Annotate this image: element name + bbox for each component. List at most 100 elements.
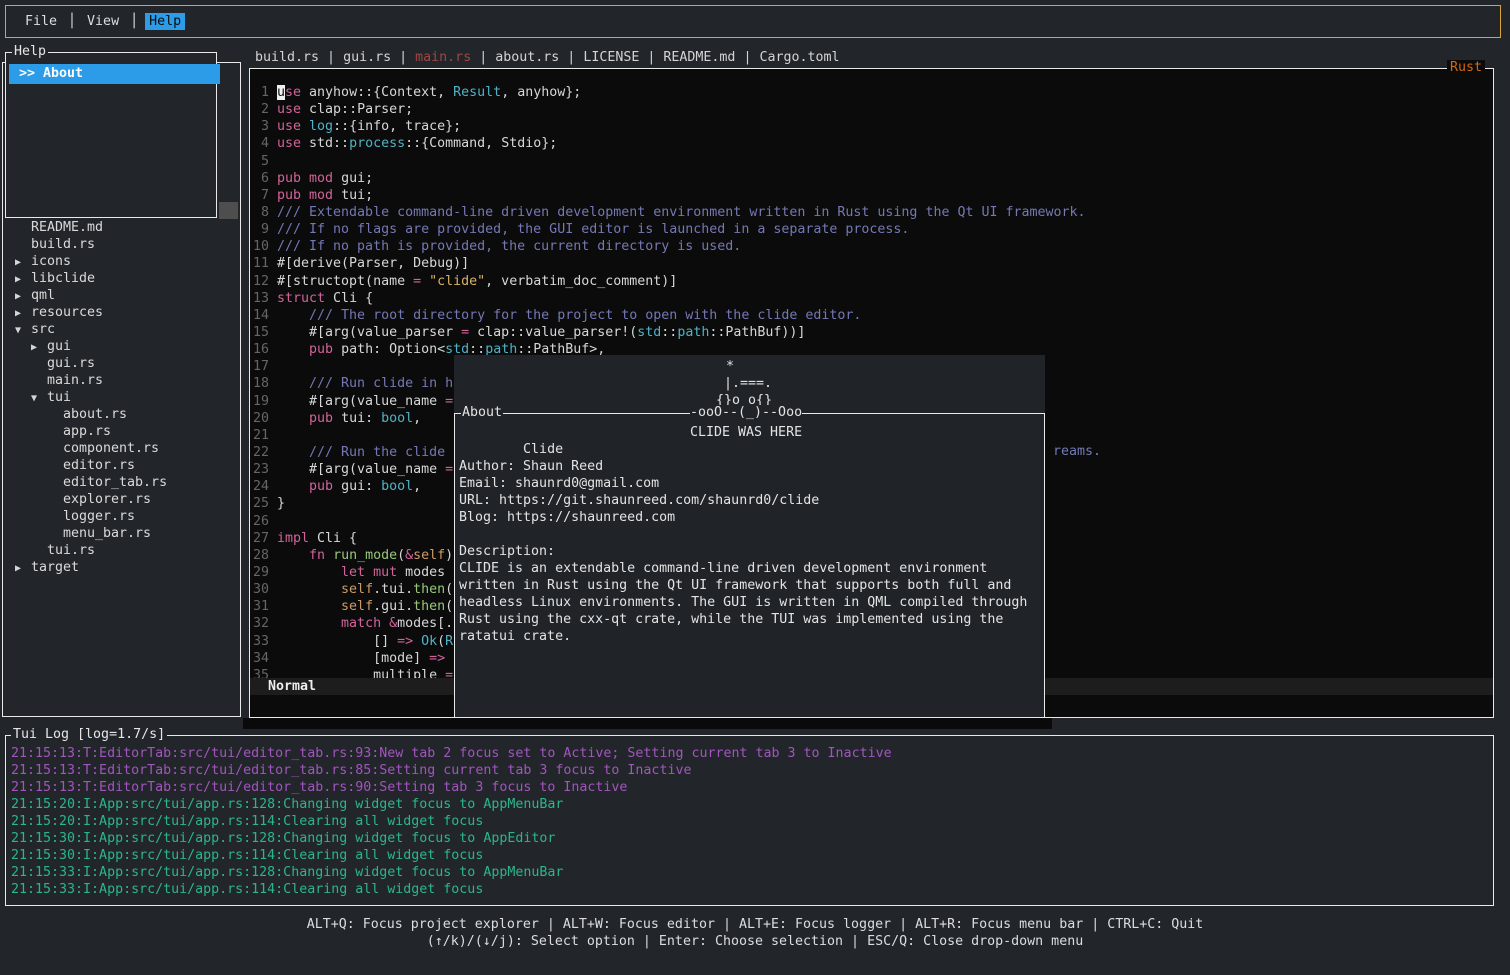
line-number: 31 — [253, 598, 269, 615]
code-line[interactable]: 14 /// The root directory for the projec… — [253, 307, 1492, 324]
tree-row-component-rs[interactable]: component.rs — [3, 440, 240, 457]
tab-LICENSE[interactable]: LICENSE — [583, 50, 639, 65]
code-text: /// Extendable command-line driven devel… — [277, 205, 1086, 220]
code-text: match &modes[. — [277, 616, 453, 631]
code-text: use clap::Parser; — [277, 102, 413, 117]
code-line[interactable]: 4use std::process::{Command, Stdio}; — [253, 135, 1492, 152]
chevron-right-icon: ▶ — [15, 560, 21, 577]
about-description-line: ratatui crate. — [459, 628, 1042, 645]
tree-row-menu-bar-rs[interactable]: menu_bar.rs — [3, 525, 240, 542]
line-number: 23 — [253, 461, 269, 478]
code-line[interactable]: 13struct Cli { — [253, 290, 1492, 307]
line-number: 16 — [253, 341, 269, 358]
tree-row-gui[interactable]: ▶gui — [3, 338, 240, 355]
chevron-right-icon: ▶ — [15, 271, 21, 288]
about-description-line: CLIDE is an extendable command-line driv… — [459, 560, 1042, 577]
log-panel[interactable]: Tui Log [log=1.7/s] 21:15:13:T:EditorTab… — [5, 735, 1494, 906]
chevron-down-icon: ▼ — [31, 390, 37, 407]
tab-gui-rs[interactable]: gui.rs — [343, 50, 391, 65]
tree-row-icons[interactable]: ▶icons — [3, 253, 240, 270]
tree-row-libclide[interactable]: ▶libclide — [3, 270, 240, 287]
tab-Cargo-toml[interactable]: Cargo.toml — [759, 50, 839, 65]
line-number: 12 — [253, 273, 269, 290]
code-line[interactable]: 8/// Extendable command-line driven deve… — [253, 204, 1492, 221]
log-entry: 21:15:33:I:App:src/tui/app.rs:128:Changi… — [11, 864, 1489, 881]
file-tree: README.mdbuild.rs▶icons▶libclide▶qml▶res… — [3, 219, 240, 576]
line-number: 10 — [253, 238, 269, 255]
code-text: fn run_mode(&self) — [277, 548, 453, 563]
line-number: 2 — [253, 101, 269, 118]
tab-main-rs[interactable]: main.rs — [415, 50, 471, 65]
code-line[interactable]: 2 use clap::Parser; — [253, 101, 1492, 118]
code-line[interactable]: 5 — [253, 153, 1492, 170]
tab-separator: | — [391, 50, 415, 65]
tree-row-tui-rs[interactable]: tui.rs — [3, 542, 240, 559]
code-line[interactable]: 1 use anyhow::{Context, Result, anyhow}; — [253, 84, 1492, 101]
code-text: pub gui: bool, — [277, 479, 421, 494]
tree-row-editor-rs[interactable]: editor.rs — [3, 457, 240, 474]
code-text: /// If no flags are provided, the GUI ed… — [277, 222, 909, 237]
tree-row-editor-tab-rs[interactable]: editor_tab.rs — [3, 474, 240, 491]
log-entry: 21:15:13:T:EditorTab:src/tui/editor_tab.… — [11, 762, 1489, 779]
code-text: #[arg(value_name = — [277, 462, 453, 477]
log-entry: 21:15:20:I:App:src/tui/app.rs:114:Cleari… — [11, 813, 1489, 830]
menu-separator: │ — [68, 14, 76, 29]
code-line[interactable]: 12#[structopt(name = "clide", verbatim_d… — [253, 273, 1492, 290]
tree-row-tui[interactable]: ▼tui — [3, 389, 240, 406]
line-number: 19 — [253, 393, 269, 410]
tree-row-src[interactable]: ▼src — [3, 321, 240, 338]
line-number: 7 — [253, 187, 269, 204]
tab-build-rs[interactable]: build.rs — [255, 50, 319, 65]
tree-row-logger-rs[interactable]: logger.rs — [3, 508, 240, 525]
tree-item-label: editor_tab.rs — [3, 474, 167, 491]
ascii-art-line: * — [726, 358, 734, 375]
line-number: 9 — [253, 221, 269, 238]
line-number: 29 — [253, 564, 269, 581]
tree-row-target[interactable]: ▶target — [3, 559, 240, 576]
code-text: use anyhow::{Context, Result, anyhow}; — [277, 85, 581, 100]
code-text: [] => Ok(R — [277, 634, 453, 649]
menu-item-help[interactable]: Help — [145, 13, 185, 30]
tree-row-about-rs[interactable]: about.rs — [3, 406, 240, 423]
tree-item-label: qml — [3, 287, 55, 304]
tree-row-app-rs[interactable]: app.rs — [3, 423, 240, 440]
help-menu-item-about[interactable]: >> About — [9, 64, 220, 84]
code-line[interactable]: 6pub mod gui; — [253, 170, 1492, 187]
tree-row-resources[interactable]: ▶resources — [3, 304, 240, 321]
code-line[interactable]: 9 /// If no flags are provided, the GUI e… — [253, 221, 1492, 238]
about-field: Blog: https://shaunreed.com — [459, 509, 1042, 526]
line-number: 1 — [253, 84, 269, 101]
about-description-label: Description: — [459, 543, 1042, 560]
line-number: 27 — [253, 530, 269, 547]
chevron-right-icon: ▶ — [31, 339, 37, 356]
tree-row-explorer-rs[interactable]: explorer.rs — [3, 491, 240, 508]
code-line[interactable]: 7pub mod tui; — [253, 187, 1492, 204]
menu-item-view[interactable]: View — [83, 13, 123, 30]
about-field: URL: https://git.shaunreed.com/shaunrd0/… — [459, 492, 1042, 509]
tab-README-md[interactable]: README.md — [663, 50, 735, 65]
code-line[interactable]: 3use log::{info, trace}; — [253, 118, 1492, 135]
about-box: About -ooO--(_)--Ooo Clide CLIDE WAS HER… — [454, 413, 1045, 718]
tree-row-qml[interactable]: ▶qml — [3, 287, 240, 304]
chevron-right-icon: ▶ — [15, 305, 21, 322]
tree-row-gui-rs[interactable]: gui.rs — [3, 355, 240, 372]
tree-row-README-md[interactable]: README.md — [3, 219, 240, 236]
tree-row-build-rs[interactable]: build.rs — [3, 236, 240, 253]
code-line[interactable]: 15 #[arg(value_parser = clap::value_pars… — [253, 324, 1492, 341]
code-line[interactable]: 11#[derive(Parser, Debug)] — [253, 255, 1492, 272]
menu-separator: │ — [130, 14, 138, 29]
code-text: } — [277, 496, 285, 511]
about-description-line: headless Linux environments. The GUI is … — [459, 594, 1042, 611]
ascii-art-border-line: -ooO--(_)--Ooo — [690, 405, 802, 420]
line-number: 5 — [253, 153, 269, 170]
log-entry: 21:15:30:I:App:src/tui/app.rs:128:Changi… — [11, 830, 1489, 847]
tab-about-rs[interactable]: about.rs — [495, 50, 559, 65]
tree-row-main-rs[interactable]: main.rs — [3, 372, 240, 389]
code-line[interactable]: 10/// If no path is provided, the curren… — [253, 238, 1492, 255]
tree-item-label: app.rs — [3, 423, 111, 440]
line-number: 24 — [253, 478, 269, 495]
explorer-scrollbar-thumb[interactable] — [219, 202, 238, 219]
code-text: impl Cli { — [277, 531, 357, 546]
code-text: struct Cli { — [277, 291, 373, 306]
menu-item-file[interactable]: File — [21, 13, 61, 30]
